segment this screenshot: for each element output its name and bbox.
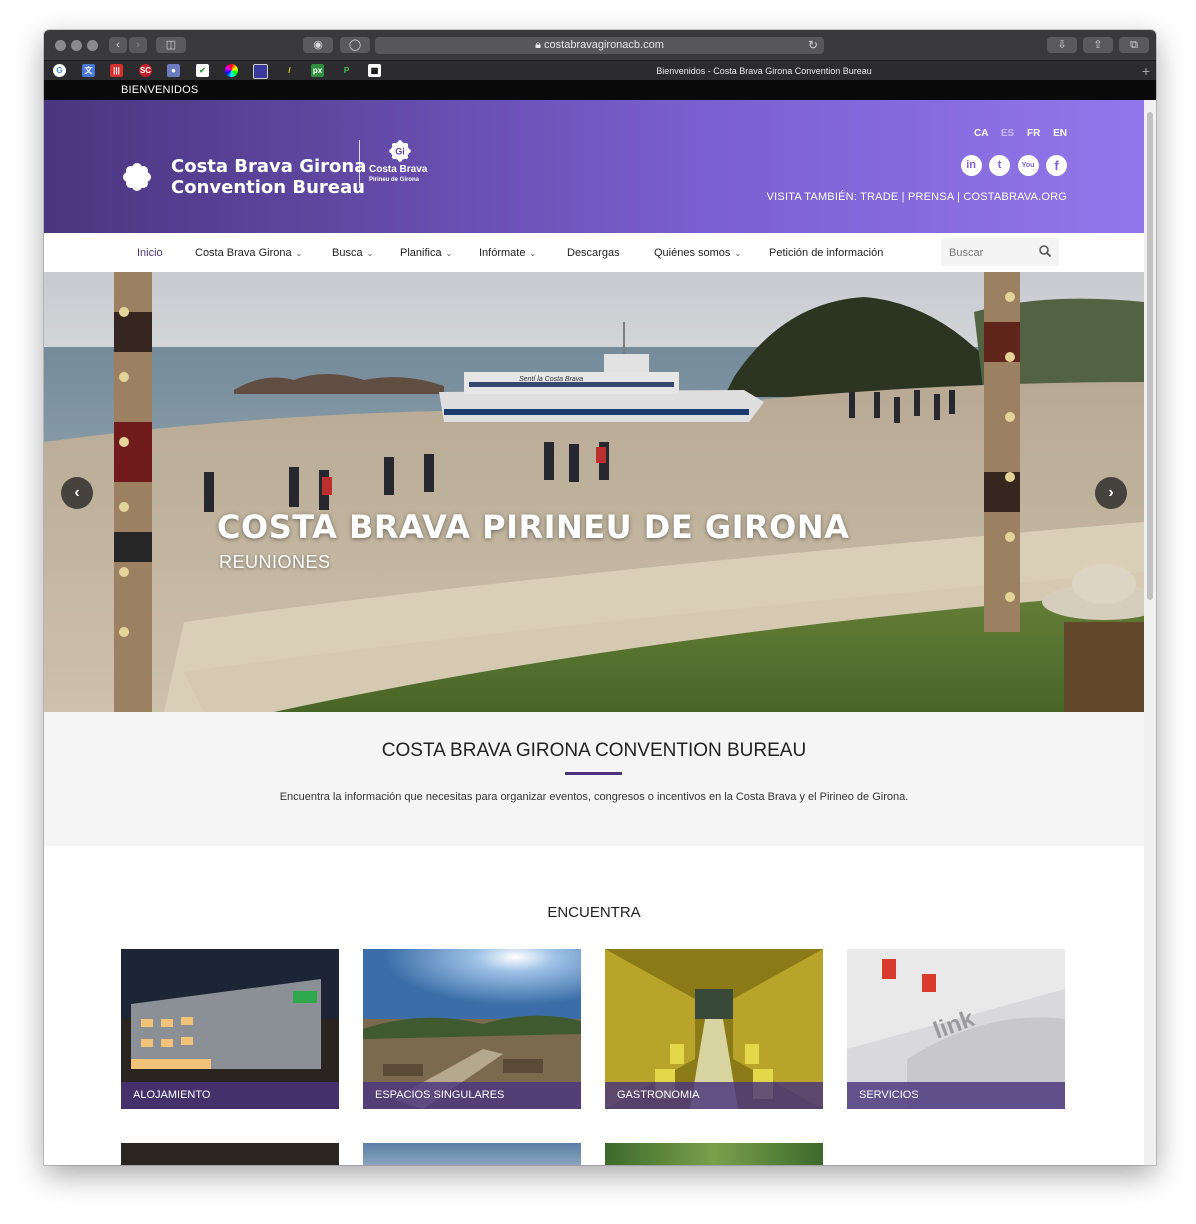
card-servicios[interactable]: link SERVICIOS <box>847 949 1065 1109</box>
lang-es[interactable]: ES <box>1001 128 1014 139</box>
lang-ca[interactable]: CA <box>974 128 988 139</box>
card-partial[interactable] <box>121 1143 339 1165</box>
grid-bookmark-icon[interactable]: ▦ <box>368 64 381 77</box>
chevron-right-icon: › <box>1108 484 1114 501</box>
intro-title: COSTA BRAVA GIRONA CONVENTION BUREAU <box>381 740 807 761</box>
hero-title: COSTA BRAVA PIRINEU DE GIRONA <box>217 508 850 546</box>
facebook-icon[interactable]: f <box>1046 155 1067 176</box>
lock-icon: 🔒︎ <box>535 39 545 51</box>
title-underline <box>565 772 622 775</box>
card-label: ALOJAMIENTO <box>121 1082 339 1109</box>
browser-toolbar: ‹ › ◫ ◉ ◯ 🔒︎ costabravagironacb.com ↻ ⇩ … <box>44 30 1156 60</box>
gi-badge-icon: Gi <box>389 140 411 162</box>
scrollbar-thumb[interactable] <box>1147 112 1153 600</box>
share-button[interactable]: ⇧ <box>1083 37 1113 53</box>
card-label: GASTRONOMIA <box>605 1082 823 1109</box>
card-partial[interactable] <box>605 1143 823 1165</box>
logo-divider <box>359 140 360 188</box>
flower-logo-icon[interactable] <box>122 162 152 192</box>
url-text: costabravagironacb.com <box>544 39 664 51</box>
zoom-window-button[interactable] <box>87 40 98 51</box>
visit-also-links[interactable]: VISITA TAMBIÉN: TRADE | PRENSA | COSTABR… <box>767 191 1067 203</box>
card-partial[interactable] <box>363 1143 581 1165</box>
browser-window: ‹ › ◫ ◉ ◯ 🔒︎ costabravagironacb.com ↻ ⇩ … <box>44 30 1156 1165</box>
language-switcher: CA ES FR EN <box>964 128 1067 139</box>
px-bookmark-icon[interactable]: px <box>311 64 324 77</box>
pen-bookmark-icon[interactable]: / <box>283 64 296 77</box>
tab-bar: G 文 ||| SC ● ✔ / px P ▦ Bienvenidos - Co… <box>44 60 1156 81</box>
downloads-button[interactable]: ⇩ <box>1047 37 1077 53</box>
p-bookmark-icon[interactable]: P <box>340 64 353 77</box>
nav-item-costa-brava-girona[interactable]: Costa Brava Girona ⌄ <box>195 247 302 259</box>
nav-item-quienes-somos[interactable]: Quiénes somos ⌄ <box>654 247 741 259</box>
site-search <box>941 238 1059 266</box>
reload-icon[interactable]: ↻ <box>808 37 818 54</box>
translate-bookmark-icon[interactable]: 文 <box>82 64 95 77</box>
square-bookmark-icon[interactable] <box>253 64 268 79</box>
new-tab-button[interactable]: + <box>1142 61 1150 81</box>
site-header: Costa Brava Girona Convention Bureau Gi … <box>44 100 1144 233</box>
main-navigation: Inicio Costa Brava Girona ⌄ Busca ⌄ Planif… <box>44 233 1144 273</box>
chevron-down-icon: ⌄ <box>295 249 303 258</box>
hero-image: Sentí la Costa Brava <box>44 272 1144 712</box>
social-links: in t You f <box>958 155 1067 176</box>
back-button[interactable]: ‹ <box>109 37 127 53</box>
linkedin-icon[interactable]: in <box>960 155 982 176</box>
card-gastronomia[interactable]: GASTRONOMIA <box>605 949 823 1109</box>
logo-line-1: Costa Brava Girona <box>171 156 367 177</box>
gi-brand-text: Costa Brava <box>369 164 428 175</box>
lang-fr[interactable]: FR <box>1027 128 1040 139</box>
card-espacios-singulares[interactable]: ESPACIOS SINGULARES <box>363 949 581 1109</box>
slider-prev-button[interactable]: ‹ <box>61 477 93 509</box>
youtube-icon[interactable]: You <box>1017 155 1039 176</box>
site-logo-text[interactable]: Costa Brava Girona Convention Bureau <box>171 156 366 198</box>
minimize-window-button[interactable] <box>71 40 82 51</box>
gi-sub-text: Pirineu de Girona <box>369 177 420 183</box>
search-icon[interactable] <box>1038 244 1052 258</box>
intro-text: Encuentra la información que necesitas p… <box>279 791 909 803</box>
hero-slider: Sentí la Costa Brava <box>44 272 1144 712</box>
hero-subtitle: REUNIONES <box>219 552 331 572</box>
slider-next-button[interactable]: › <box>1095 477 1127 509</box>
nav-item-busca[interactable]: Busca ⌄ <box>332 247 373 259</box>
welcome-label: BIENVENIDOS <box>121 84 199 96</box>
bookmark-badge-icon[interactable]: ● <box>167 64 180 77</box>
check-bookmark-icon[interactable]: ✔ <box>196 64 209 77</box>
logo-line-2: Convention Bureau <box>171 177 365 198</box>
lang-en[interactable]: EN <box>1053 128 1067 139</box>
tab-title[interactable]: Bienvenidos - Costa Brava Girona Convent… <box>604 61 924 81</box>
nav-item-peticion-informacion[interactable]: Petición de información <box>769 247 883 259</box>
stop-extension-button[interactable]: ◉ <box>303 37 333 53</box>
intro-section: COSTA BRAVA GIRONA CONVENTION BUREAU Enc… <box>44 712 1144 846</box>
twitter-icon[interactable]: t <box>989 155 1011 176</box>
nav-item-inicio[interactable]: Inicio <box>137 247 163 259</box>
chevron-down-icon: ⌄ <box>366 249 374 258</box>
nav-item-descargas[interactable]: Descargas <box>567 247 620 259</box>
tabs-overview-button[interactable]: ⧉ <box>1119 37 1149 53</box>
card-label: SERVICIOS <box>847 1082 1065 1109</box>
nav-item-planifica[interactable]: Planifica ⌄ <box>400 247 452 259</box>
chevron-down-icon: ⌄ <box>445 249 453 258</box>
page-scrollbar[interactable] <box>1144 100 1156 1165</box>
sc-bookmark-icon[interactable]: SC <box>139 64 152 77</box>
card-label: ESPACIOS SINGULARES <box>363 1082 581 1109</box>
color-wheel-bookmark-icon[interactable] <box>225 64 238 77</box>
address-bar[interactable]: 🔒︎ costabravagironacb.com ↻ <box>375 37 824 54</box>
find-section-title: ENCUENTRA <box>547 904 641 921</box>
chevron-down-icon: ⌄ <box>529 249 537 258</box>
sidebar-toggle-button[interactable]: ◫ <box>156 37 186 53</box>
chevron-down-icon: ⌄ <box>734 249 742 258</box>
welcome-bar: BIENVENIDOS <box>44 80 1156 100</box>
gi-badge-text: Gi <box>395 147 405 157</box>
chevron-left-icon: ‹ <box>74 484 80 501</box>
bookmark-red-icon[interactable]: ||| <box>110 64 123 77</box>
google-bookmark-icon[interactable]: G <box>53 64 66 77</box>
forward-button[interactable]: › <box>129 37 147 53</box>
close-window-button[interactable] <box>55 40 66 51</box>
card-alojamiento[interactable]: ALOJAMIENTO <box>121 949 339 1109</box>
nav-item-informate[interactable]: Infórmate ⌄ <box>479 247 536 259</box>
search-input[interactable] <box>947 243 1041 263</box>
password-extension-button[interactable]: ◯ <box>340 37 370 53</box>
